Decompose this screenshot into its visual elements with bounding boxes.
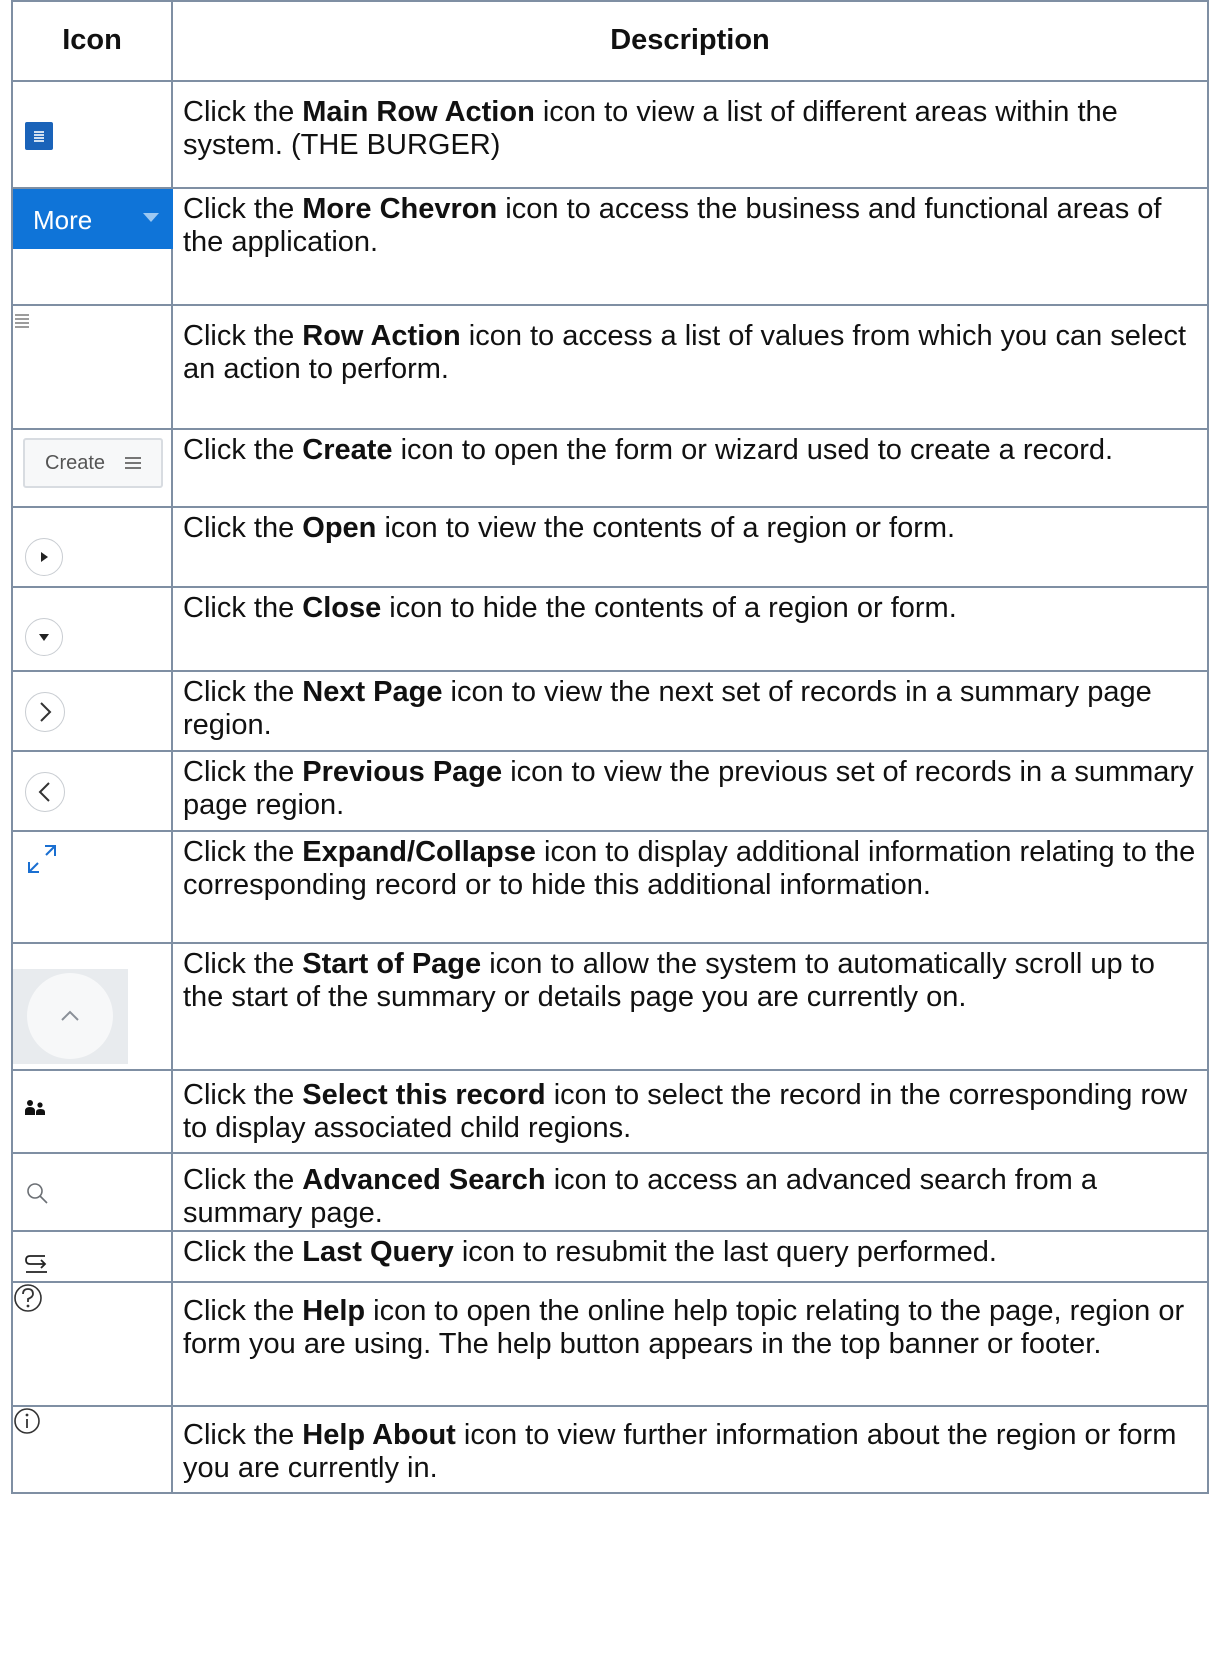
icon-cell	[11, 1152, 173, 1232]
icon-cell: Create	[11, 428, 173, 508]
icon-cell	[11, 750, 173, 832]
table-row: Click the Help icon to open the online h…	[11, 1281, 1209, 1407]
icon-cell	[11, 80, 173, 189]
help-icon[interactable]	[13, 1283, 43, 1313]
menu-lines-icon	[125, 457, 141, 469]
select-record-icon[interactable]	[24, 1099, 48, 1117]
table-row: Click the Next Page icon to view the nex…	[11, 670, 1209, 752]
table-row: Click the Close icon to hide the content…	[11, 586, 1209, 672]
row-action-icon[interactable]	[13, 310, 33, 330]
create-label: Create	[45, 452, 106, 474]
icon-cell	[11, 1230, 173, 1283]
table-row: Click the Start of Page icon to allow th…	[11, 942, 1209, 1071]
next-page-icon[interactable]	[25, 692, 65, 732]
table-row: Click the Last Query icon to resubmit th…	[11, 1230, 1209, 1283]
table-row: Click the Help About icon to view furthe…	[11, 1405, 1209, 1494]
table-row: Click the Expand/Collapse icon to displa…	[11, 830, 1209, 944]
chevron-down-icon	[143, 213, 159, 222]
description-cell: Click the Help icon to open the online h…	[171, 1281, 1209, 1407]
header-description: Description	[171, 0, 1209, 82]
table-row: Click the Main Row Action icon to view a…	[11, 80, 1209, 189]
table-row: Click the Select this record icon to sel…	[11, 1069, 1209, 1154]
more-label: More	[33, 205, 93, 235]
previous-page-icon[interactable]	[25, 772, 65, 812]
description-cell: Click the Select this record icon to sel…	[171, 1069, 1209, 1154]
description-cell: Click the Start of Page icon to allow th…	[171, 942, 1209, 1071]
table-row: More Click the More Chevron icon to acce…	[11, 187, 1209, 306]
description-cell: Click the Help About icon to view furthe…	[171, 1405, 1209, 1494]
create-icon[interactable]: Create	[23, 438, 163, 488]
info-icon[interactable]	[13, 1407, 41, 1435]
description-cell: Click the Next Page icon to view the nex…	[171, 670, 1209, 752]
description-cell: Click the Create icon to open the form o…	[171, 428, 1209, 508]
open-triangle-icon[interactable]	[25, 538, 63, 576]
description-cell: Click the Expand/Collapse icon to displa…	[171, 830, 1209, 944]
header-icon: Icon	[11, 0, 173, 82]
description-cell: Click the More Chevron icon to access th…	[171, 187, 1209, 306]
description-cell: Click the Open icon to view the contents…	[171, 506, 1209, 588]
description-cell: Click the Close icon to hide the content…	[171, 586, 1209, 672]
search-icon[interactable]	[25, 1181, 51, 1207]
start-of-page-icon[interactable]	[13, 969, 128, 1064]
icon-cell	[11, 304, 173, 430]
icon-cell: More	[11, 187, 173, 306]
description-cell: Click the Row Action icon to access a li…	[171, 304, 1209, 430]
table-row: Create Click the Create icon to open the…	[11, 428, 1209, 508]
table-row: Click the Advanced Search icon to access…	[11, 1152, 1209, 1232]
icon-cell	[11, 670, 173, 752]
icon-cell	[11, 830, 173, 944]
description-cell: Click the Previous Page icon to view the…	[171, 750, 1209, 832]
icon-cell	[11, 1281, 173, 1407]
table-row: Click the Row Action icon to access a li…	[11, 304, 1209, 430]
description-cell: Click the Last Query icon to resubmit th…	[171, 1230, 1209, 1283]
icon-cell	[11, 1405, 173, 1494]
description-cell: Click the Main Row Action icon to view a…	[171, 80, 1209, 189]
icon-cell	[11, 586, 173, 672]
icon-cell	[11, 1069, 173, 1154]
close-triangle-icon[interactable]	[25, 618, 63, 656]
icon-reference-table: Icon Description Click the Main Row Acti…	[11, 0, 1209, 1494]
table-row: Click the Open icon to view the contents…	[11, 506, 1209, 588]
more-chevron-icon[interactable]: More	[13, 189, 173, 249]
chevron-up-icon	[27, 973, 113, 1059]
table-header-row: Icon Description	[11, 0, 1209, 82]
last-query-icon[interactable]	[23, 1250, 51, 1278]
description-cell: Click the Advanced Search icon to access…	[171, 1152, 1209, 1232]
burger-menu-icon[interactable]	[25, 122, 53, 150]
expand-collapse-icon[interactable]	[25, 842, 59, 876]
icon-cell	[11, 942, 173, 1071]
table-row: Click the Previous Page icon to view the…	[11, 750, 1209, 832]
icon-cell	[11, 506, 173, 588]
